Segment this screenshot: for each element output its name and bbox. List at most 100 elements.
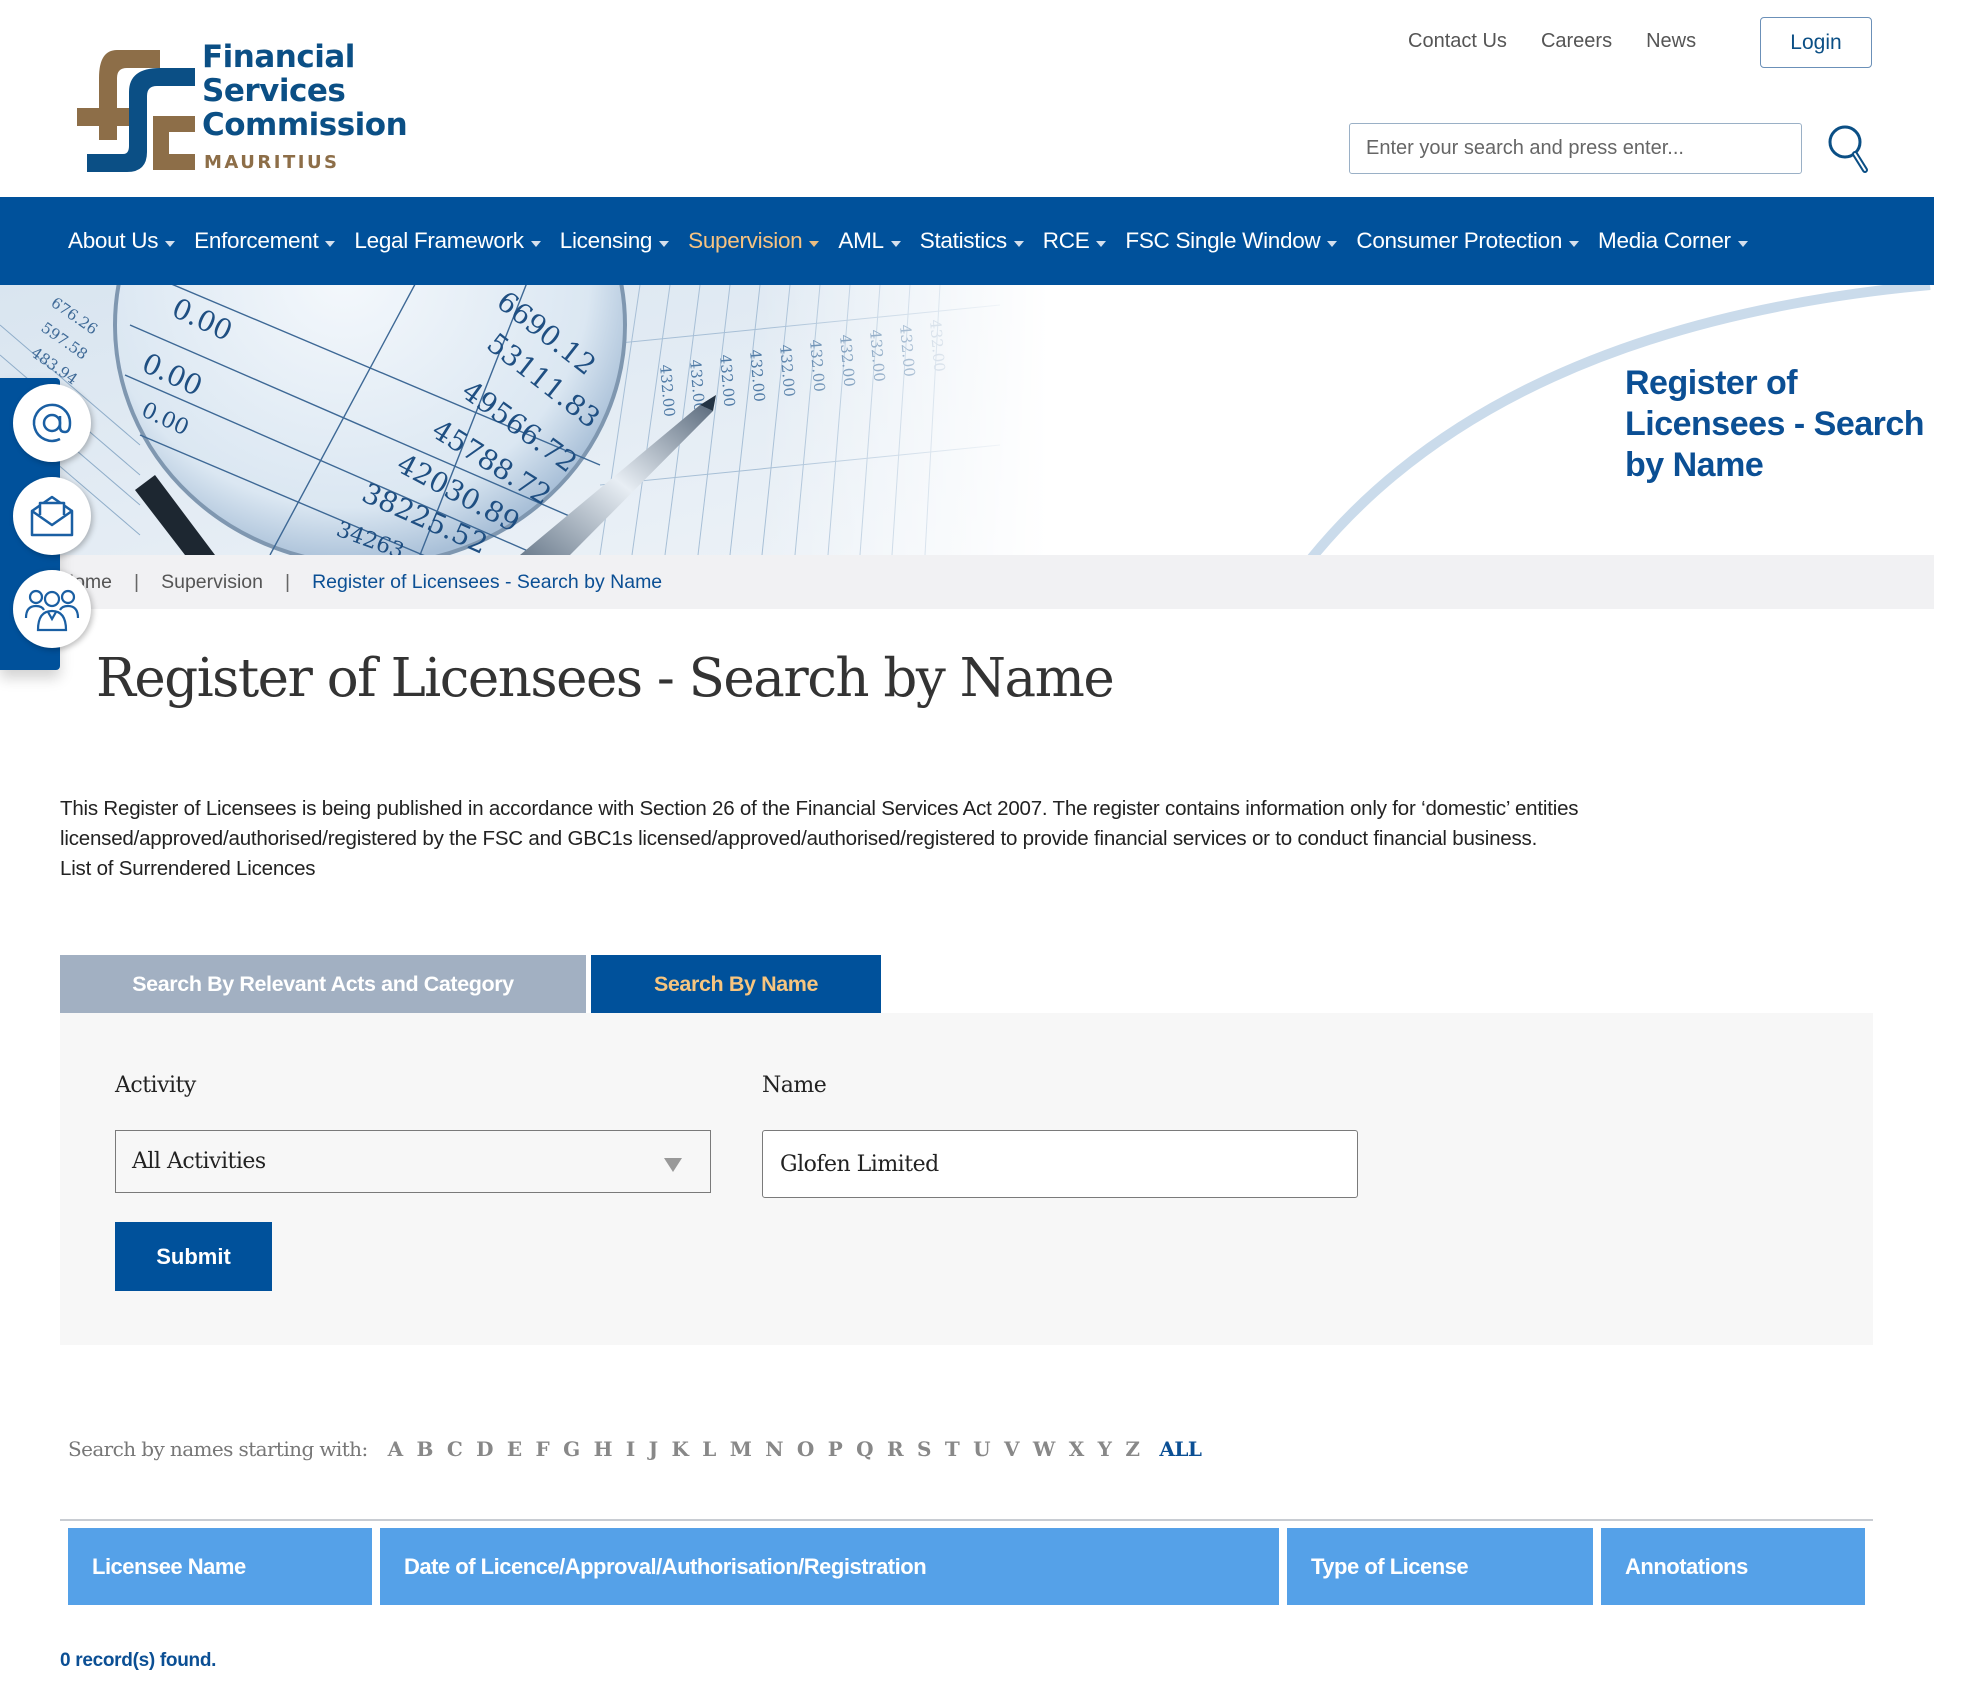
caret-down-icon xyxy=(165,241,176,247)
alphabet-letter-w[interactable]: W xyxy=(1033,1437,1055,1461)
top-links: Contact Us Careers News xyxy=(1408,30,1696,53)
activity-selected-value: All Activities xyxy=(132,1149,266,1174)
alphabet-letter-d[interactable]: D xyxy=(476,1437,493,1461)
tab-search-by-acts[interactable]: Search By Relevant Acts and Category xyxy=(60,955,586,1013)
contact-us-link[interactable]: Contact Us xyxy=(1408,30,1507,53)
search-button[interactable] xyxy=(1825,122,1871,176)
fsc-logo-mark-icon xyxy=(77,50,195,172)
caret-down-icon xyxy=(1096,241,1107,247)
hero-banner: 432.00 432.00 432.00 432.00 432.00 432.0… xyxy=(0,285,1934,555)
nav-licensing[interactable]: Licensing xyxy=(560,228,670,254)
breadcrumb-separator: | xyxy=(285,570,291,593)
activity-select[interactable]: All Activities xyxy=(115,1130,711,1193)
alphabet-letter-e[interactable]: E xyxy=(507,1437,522,1461)
alphabet-letter-x[interactable]: X xyxy=(1069,1437,1085,1461)
nav-enforcement[interactable]: Enforcement xyxy=(194,228,336,254)
alphabet-letter-y[interactable]: Y xyxy=(1098,1437,1112,1461)
caret-down-icon xyxy=(1013,241,1024,247)
submit-button[interactable]: Submit xyxy=(115,1222,272,1291)
alphabet-letter-m[interactable]: M xyxy=(730,1437,752,1461)
caret-down-icon xyxy=(659,241,670,247)
news-link[interactable]: News xyxy=(1646,30,1696,53)
tab-search-by-name[interactable]: Search By Name xyxy=(591,955,881,1013)
alphabet-letter-h[interactable]: H xyxy=(594,1437,613,1461)
nav-media-corner[interactable]: Media Corner xyxy=(1598,228,1748,254)
nav-supervision[interactable]: Supervision xyxy=(688,228,820,254)
alphabet-letter-b[interactable]: B xyxy=(417,1437,434,1461)
nav-rce[interactable]: RCE xyxy=(1043,228,1107,254)
search-icon xyxy=(1828,125,1868,173)
fsc-logo[interactable]: Financial Services Commission MAURITIUS xyxy=(65,40,435,180)
dropdown-caret-icon xyxy=(664,1158,682,1172)
envelope-icon xyxy=(30,495,74,537)
caret-down-icon xyxy=(890,241,901,247)
caret-down-icon xyxy=(530,241,541,247)
nav-aml[interactable]: AML xyxy=(838,228,901,254)
alphabet-letter-z[interactable]: Z xyxy=(1125,1437,1140,1461)
caret-down-icon xyxy=(325,241,336,247)
breadcrumb-current: Register of Licensees - Search by Name xyxy=(312,570,663,593)
logo-line-2: Services xyxy=(202,73,346,109)
search-tabs: Search By Relevant Acts and Category Sea… xyxy=(60,955,881,1013)
community-button[interactable] xyxy=(13,570,91,648)
banner-title: Register of Licensees - Search by Name xyxy=(1625,364,1925,484)
search-form-panel: Activity Name All Activities Submit xyxy=(60,1013,1873,1345)
breadcrumb-supervision[interactable]: Supervision xyxy=(161,571,263,594)
breadcrumb-separator: | xyxy=(134,570,140,593)
alphabet-filter-label: Search by names starting with: xyxy=(68,1437,368,1461)
name-input[interactable] xyxy=(762,1130,1358,1198)
logo-line-1: Financial xyxy=(202,39,355,75)
email-us-button[interactable] xyxy=(13,384,91,462)
alphabet-letter-u[interactable]: U xyxy=(973,1437,990,1461)
column-type-of-license[interactable]: Type of License xyxy=(1287,1528,1593,1605)
results-divider xyxy=(60,1519,1873,1521)
site-search-input[interactable] xyxy=(1349,123,1802,174)
surrendered-licences-link[interactable]: List of Surrendered Licences xyxy=(60,854,1940,884)
side-quick-links xyxy=(0,378,91,670)
alphabet-letter-c[interactable]: C xyxy=(447,1437,463,1461)
alphabet-letter-k[interactable]: K xyxy=(671,1437,688,1461)
logo-line-3: Commission xyxy=(202,107,408,143)
newsletter-button[interactable] xyxy=(13,477,91,555)
nav-statistics[interactable]: Statistics xyxy=(920,228,1024,254)
nav-label: Legal Framework xyxy=(354,228,524,253)
column-annotations[interactable]: Annotations xyxy=(1601,1528,1865,1605)
alphabet-all-link[interactable]: ALL xyxy=(1159,1437,1202,1461)
nav-legal-framework[interactable]: Legal Framework xyxy=(354,228,541,254)
main-nav: About Us Enforcement Legal Framework Lic… xyxy=(0,197,1934,285)
alphabet-letter-i[interactable]: I xyxy=(626,1437,635,1461)
nav-about-us[interactable]: About Us xyxy=(68,228,176,254)
records-found-count: 0 record(s) found. xyxy=(60,1650,217,1671)
login-button[interactable]: Login xyxy=(1760,17,1872,68)
nav-fsc-single-window[interactable]: FSC Single Window xyxy=(1125,228,1338,254)
alphabet-letter-f[interactable]: F xyxy=(536,1437,550,1461)
intro-line-2: licensed/approved/authorised/registered … xyxy=(60,827,1538,850)
alphabet-letter-j[interactable]: J xyxy=(649,1437,658,1461)
alphabet-letter-g[interactable]: G xyxy=(563,1437,580,1461)
page-title: Register of Licensees - Search by Name xyxy=(96,648,1115,709)
nav-label: About Us xyxy=(68,228,159,253)
caret-down-icon xyxy=(1737,241,1748,247)
alphabet-letter-n[interactable]: N xyxy=(765,1437,783,1461)
alphabet-letter-o[interactable]: O xyxy=(797,1437,814,1461)
column-licensee-name[interactable]: Licensee Name xyxy=(68,1528,372,1605)
caret-down-icon xyxy=(809,241,820,247)
alphabet-letter-q[interactable]: Q xyxy=(856,1437,873,1461)
nav-label: FSC Single Window xyxy=(1125,228,1321,253)
alphabet-letters: ABCDEFGHIJKLMNOPQRSTUVWXYZ xyxy=(388,1437,1154,1461)
careers-link[interactable]: Careers xyxy=(1541,30,1612,53)
nav-consumer-protection[interactable]: Consumer Protection xyxy=(1356,228,1580,254)
nav-label: AML xyxy=(838,228,884,253)
alphabet-letter-s[interactable]: S xyxy=(917,1437,931,1461)
people-group-icon xyxy=(24,589,80,632)
column-date-of-licence[interactable]: Date of Licence/Approval/Authorisation/R… xyxy=(380,1528,1279,1605)
alphabet-letter-p[interactable]: P xyxy=(828,1437,843,1461)
logo-country: MAURITIUS xyxy=(204,152,340,173)
alphabet-letter-r[interactable]: R xyxy=(887,1437,904,1461)
name-label: Name xyxy=(762,1073,827,1098)
nav-label: Media Corner xyxy=(1598,228,1731,253)
alphabet-letter-a[interactable]: A xyxy=(388,1437,404,1461)
alphabet-letter-l[interactable]: L xyxy=(702,1437,716,1461)
alphabet-letter-t[interactable]: T xyxy=(945,1437,960,1461)
alphabet-letter-v[interactable]: V xyxy=(1004,1437,1020,1461)
